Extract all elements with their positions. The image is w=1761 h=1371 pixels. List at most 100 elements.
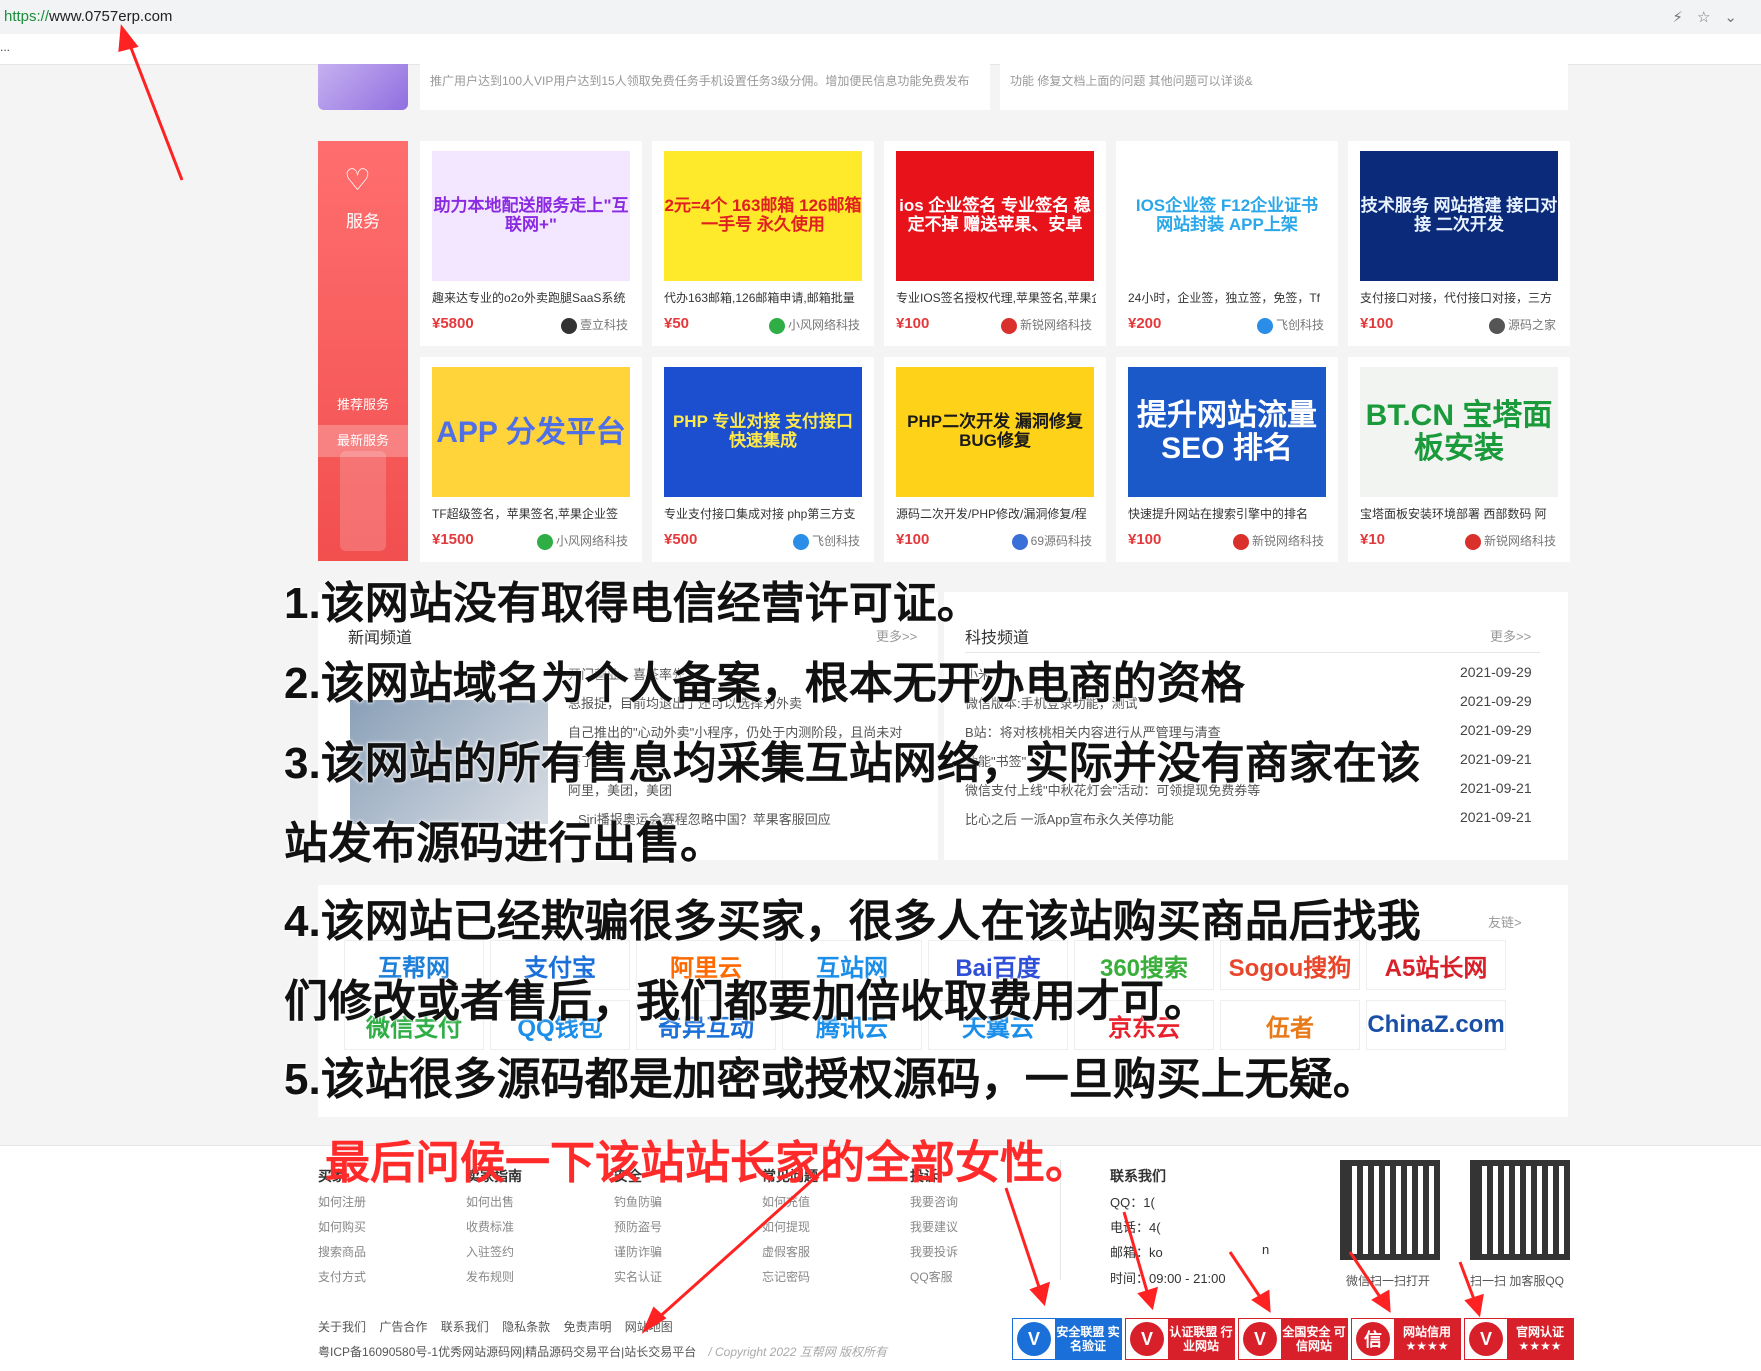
tech-news-item[interactable]: 比心之后 一派App宣布永久关停功能 <box>965 809 1174 828</box>
product-title[interactable]: 支付接口对接，代付接口对接，三方 <box>1360 289 1560 306</box>
trust-badge[interactable]: V 全国安全 可信网站 <box>1238 1318 1348 1360</box>
footer-link[interactable]: 如何充值 <box>762 1193 810 1210</box>
product-title[interactable]: 代办163邮箱,126邮箱申请,邮箱批量 <box>664 289 864 306</box>
footer-link[interactable]: 入驻签约 <box>466 1243 514 1260</box>
divider <box>965 652 1540 653</box>
chevron-down-icon[interactable]: ⌄ <box>1724 8 1737 26</box>
privacy-link[interactable]: 隐私条款 <box>502 1320 550 1334</box>
shop-name[interactable]: 小风网络科技 <box>536 532 628 550</box>
product-card[interactable]: 2元=4个 163邮箱 126邮箱 一手号 永久使用代办163邮箱,126邮箱申… <box>652 141 874 346</box>
product-card[interactable]: 提升网站流量 SEO 排名 快速提升网站在搜索引擎中的排名 ¥100 新锐网络科技 <box>1116 357 1338 562</box>
product-card[interactable]: BT.CN 宝塔面板安装宝塔面板安装环境部署 西部数码 阿 ¥10 新锐网络科技 <box>1348 357 1570 562</box>
product-thumbnail[interactable]: ios 企业签名 专业签名 稳定不掉 赠送苹果、安卓 <box>896 151 1094 281</box>
footer-link[interactable]: 如何提现 <box>762 1218 810 1235</box>
footer-link[interactable]: 忘记密码 <box>762 1268 810 1285</box>
footer-link[interactable]: 预防盗号 <box>614 1218 662 1235</box>
trust-badge[interactable]: V 安全联盟 实名验证 <box>1012 1318 1122 1360</box>
trust-badge[interactable]: 信网站信用 ★★★★ <box>1351 1318 1461 1360</box>
shop-name[interactable]: 新锐网络科技 <box>1232 532 1324 550</box>
product-thumbnail[interactable]: 助力本地配送服务走上"互联网+" <box>432 151 630 281</box>
star-icon[interactable]: ☆ <box>1697 8 1710 26</box>
product-card[interactable]: APP 分发平台 TF超级签名，苹果签名,苹果企业签 ¥1500 小风网络科技 <box>420 357 642 562</box>
product-title[interactable]: 趣来达专业的o2o外卖跑腿SaaS系统 <box>432 289 632 306</box>
product-thumbnail[interactable]: IOS企业签 F12企业证书 网站封装 APP上架 <box>1128 151 1326 281</box>
footer-link[interactable]: 发布规则 <box>466 1268 514 1285</box>
url-text[interactable]: https://www.0757erp.com <box>4 8 172 25</box>
shop-name[interactable]: 飞创科技 <box>792 532 860 550</box>
wechat-qr-code <box>1340 1160 1440 1260</box>
top-notice-left[interactable]: 推广用户达到100人VIP用户达到15人领取免费任务手机设置任务3级分佣。增加便… <box>420 64 990 110</box>
contact-qq: QQ：1( <box>1110 1195 1155 1210</box>
shop-name[interactable]: 新锐网络科技 <box>1000 316 1092 334</box>
product-title[interactable]: 24小时，企业签，独立签，免签，Tf <box>1128 289 1328 306</box>
shop-logo-icon <box>536 533 553 550</box>
disclaimer-link[interactable]: 免责声明 <box>563 1320 611 1334</box>
shop-name[interactable]: 新锐网络科技 <box>1464 532 1556 550</box>
product-thumbnail[interactable]: PHP 专业对接 支付接口 快速集成 <box>664 367 862 497</box>
product-card[interactable]: IOS企业签 F12企业证书 网站封装 APP上架 24小时，企业签，独立签，免签… <box>1116 141 1338 346</box>
browser-address-bar[interactable] <box>0 0 1761 35</box>
product-title[interactable]: 宝塔面板安装环境部署 西部数码 阿 <box>1360 505 1560 522</box>
footer-link[interactable]: 如何出售 <box>466 1193 514 1210</box>
friend-links-more[interactable]: 友链> <box>1488 912 1522 931</box>
footer-link[interactable]: 钓鱼防骗 <box>614 1193 662 1210</box>
warning-statement: 1.该网站没有取得电信经营许可证。 <box>284 579 981 628</box>
product-thumbnail[interactable]: 提升网站流量 SEO 排名 <box>1128 367 1326 497</box>
product-card[interactable]: 技术服务 网站搭建 接口对接 二次开发 支付接口对接，代付接口对接，三方 ¥100 源… <box>1348 141 1570 346</box>
footer-link[interactable]: QQ客服 <box>910 1268 953 1285</box>
contact-email: 邮箱：ko <box>1110 1245 1163 1260</box>
sitemap-link[interactable]: 网站地图 <box>625 1320 673 1334</box>
tech-more-link[interactable]: 更多>> <box>1490 626 1531 645</box>
about-link[interactable]: 关于我们 <box>318 1320 366 1334</box>
footer-link[interactable]: 收费标准 <box>466 1218 514 1235</box>
footer-link[interactable]: 搜索商品 <box>318 1243 366 1260</box>
footer-link[interactable]: 如何购买 <box>318 1218 366 1235</box>
icp-text[interactable]: 粤ICP备16090580号-1优秀网站源码网|精品源码交易平台|站长交易平台 <box>318 1345 696 1359</box>
product-card[interactable]: 助力本地配送服务走上"互联网+" 趣来达专业的o2o外卖跑腿SaaS系统 ¥5800… <box>420 141 642 346</box>
footer-link[interactable]: 如何注册 <box>318 1193 366 1210</box>
product-card[interactable]: ios 企业签名 专业签名 稳定不掉 赠送苹果、安卓专业IOS签名授权代理,苹果… <box>884 141 1106 346</box>
shop-name[interactable]: 源码之家 <box>1488 316 1556 334</box>
shop-name[interactable]: 壹立科技 <box>560 316 628 334</box>
top-notice-right[interactable]: 功能 修复文档上面的问题 其他问题可以详谈& <box>1000 64 1568 110</box>
product-thumbnail[interactable]: 技术服务 网站搭建 接口对接 二次开发 <box>1360 151 1558 281</box>
product-card[interactable]: PHP二次开发 漏洞修复 BUG修复 源码二次开发/PHP修改/漏洞修复/程 ¥10… <box>884 357 1106 562</box>
footer-link[interactable]: 实名认证 <box>614 1268 662 1285</box>
footer-link[interactable]: 我要建议 <box>910 1218 958 1235</box>
product-card[interactable]: PHP 专业对接 支付接口 快速集成 专业支付接口集成对接 php第三方支 ¥500… <box>652 357 874 562</box>
shop-name[interactable]: 飞创科技 <box>1256 316 1324 334</box>
trust-badge[interactable]: V 官网认证 ★★★★ <box>1464 1318 1574 1360</box>
product-price: ¥10 <box>1360 531 1386 548</box>
contact-link[interactable]: 联系我们 <box>441 1320 489 1334</box>
product-thumbnail[interactable]: 2元=4个 163邮箱 126邮箱 一手号 永久使用 <box>664 151 862 281</box>
trust-badge[interactable]: V 认证联盟 行业网站 <box>1125 1318 1235 1360</box>
wechat-qr-label: 微信扫一扫打开 <box>1346 1274 1431 1288</box>
shop-name[interactable]: 小风网络科技 <box>768 316 860 334</box>
partner-logo[interactable]: Sogou搜狗 <box>1220 940 1360 990</box>
partner-logo[interactable]: A5站长网 <box>1366 940 1506 990</box>
news-date: 2021-09-21 <box>1460 751 1532 767</box>
bookmark-overflow[interactable]: ... <box>0 40 10 54</box>
product-title[interactable]: 快速提升网站在搜索引擎中的排名 <box>1128 505 1328 522</box>
partner-logo[interactable]: ChinaZ.com <box>1366 1000 1506 1050</box>
footer-link[interactable]: 我要咨询 <box>910 1193 958 1210</box>
tab-recommended-services[interactable]: 推荐服务 <box>318 389 408 421</box>
product-thumbnail[interactable]: APP 分发平台 <box>432 367 630 497</box>
footer-link[interactable]: 支付方式 <box>318 1268 366 1285</box>
footer-link[interactable]: 我要投诉 <box>910 1243 958 1260</box>
product-title[interactable]: 源码二次开发/PHP修改/漏洞修复/程 <box>896 505 1096 522</box>
product-thumbnail[interactable]: PHP二次开发 漏洞修复 BUG修复 <box>896 367 1094 497</box>
partner-logo[interactable]: 伍者 <box>1220 1000 1360 1050</box>
product-title[interactable]: TF超级签名，苹果签名,苹果企业签 <box>432 505 632 522</box>
ads-link[interactable]: 广告合作 <box>379 1320 427 1334</box>
product-thumbnail[interactable]: BT.CN 宝塔面板安装 <box>1360 367 1558 497</box>
lightning-icon[interactable]: ⚡ <box>1672 8 1683 26</box>
shop-name[interactable]: 69源码科技 <box>1011 532 1092 550</box>
service-title: 服务 <box>346 212 380 231</box>
product-title[interactable]: 专业支付接口集成对接 php第三方支 <box>664 505 864 522</box>
news-more-link[interactable]: 更多>> <box>876 626 917 645</box>
footer-link[interactable]: 谨防诈骗 <box>614 1243 662 1260</box>
product-price: ¥5800 <box>432 315 474 332</box>
product-title[interactable]: 专业IOS签名授权代理,苹果签名,苹果企 <box>896 289 1096 306</box>
footer-link[interactable]: 虚假客服 <box>762 1243 810 1260</box>
